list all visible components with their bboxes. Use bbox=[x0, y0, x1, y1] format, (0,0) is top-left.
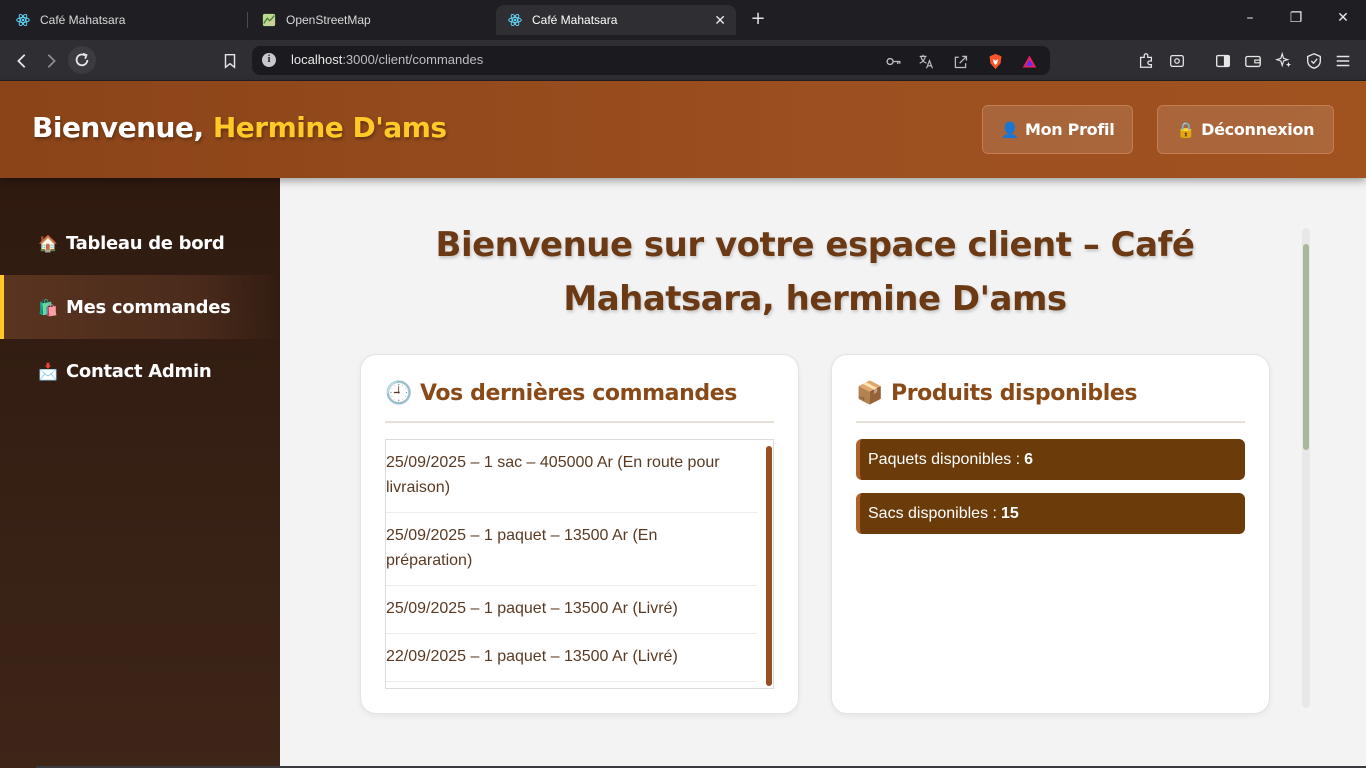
sidebar-item-orders[interactable]: 🛍️ Mes commandes bbox=[0, 275, 280, 339]
arrow-right-icon bbox=[47, 54, 56, 68]
orders-list[interactable]: 25/09/2025 – 1 sac – 405000 Ar (En route… bbox=[385, 439, 774, 689]
sidebar-item-dashboard[interactable]: 🏠 Tableau de bord bbox=[0, 211, 280, 275]
house-icon: 🏠 bbox=[38, 233, 58, 253]
extensions-button[interactable] bbox=[1133, 48, 1159, 74]
user-name: Hermine D'ams bbox=[212, 111, 447, 144]
sidebar-toggle-button[interactable] bbox=[1210, 48, 1236, 74]
minimize-button[interactable]: – bbox=[1240, 10, 1260, 26]
browser-tab-active[interactable]: Café Mahatsara ✕ bbox=[496, 5, 736, 35]
new-tab-button[interactable]: + bbox=[748, 9, 768, 29]
available-products-card: 📦 Produits disponibles Paquets disponibl… bbox=[831, 354, 1270, 714]
divider bbox=[856, 421, 1245, 423]
sidebar-item-contact-admin[interactable]: 📩 Contact Admin bbox=[0, 339, 280, 403]
logout-button-label: Déconnexion bbox=[1201, 120, 1315, 139]
stock-value: 6 bbox=[1024, 450, 1034, 468]
tab-title: Café Mahatsara bbox=[40, 13, 126, 27]
forward-button[interactable] bbox=[38, 48, 64, 74]
leo-ai-button[interactable] bbox=[1271, 48, 1297, 74]
stock-value: 15 bbox=[1000, 504, 1019, 522]
brave-shield-icon[interactable] bbox=[985, 51, 1005, 71]
stock-label: Sacs disponibles : bbox=[868, 504, 997, 522]
vpn-button[interactable] bbox=[1301, 48, 1327, 74]
hamburger-menu-icon bbox=[1336, 55, 1350, 67]
package-icon: 📦 bbox=[856, 381, 883, 406]
menu-button[interactable] bbox=[1330, 48, 1356, 74]
page-title: Bienvenue sur votre espace client – Café… bbox=[435, 225, 1195, 319]
react-icon bbox=[16, 13, 30, 27]
sidebar-item-label: Tableau de bord bbox=[66, 232, 225, 254]
shopping-bags-icon: 🛍️ bbox=[38, 297, 58, 317]
profile-button[interactable]: 👤 Mon Profil bbox=[982, 105, 1133, 154]
map-icon bbox=[262, 13, 276, 27]
puzzle-icon bbox=[1139, 53, 1153, 68]
bookmark-icon bbox=[224, 53, 236, 69]
card-title: 📦 Produits disponibles bbox=[856, 381, 1138, 406]
arrow-left-icon bbox=[17, 54, 26, 68]
divider bbox=[385, 421, 774, 423]
back-button[interactable] bbox=[9, 48, 35, 74]
shield-icon bbox=[1307, 53, 1321, 69]
reload-button[interactable] bbox=[68, 46, 96, 74]
logout-button[interactable]: 🔒 Déconnexion bbox=[1157, 105, 1334, 154]
share-icon[interactable] bbox=[950, 51, 970, 71]
stock-label: Paquets disponibles : bbox=[868, 450, 1021, 468]
browser-tab[interactable]: Café Mahatsara bbox=[4, 5, 244, 35]
sidebar-item-label: Mes commandes bbox=[66, 296, 231, 318]
app-header: Bienvenue, Hermine D'ams 👤 Mon Profil 🔒 … bbox=[0, 81, 1366, 178]
site-info-icon[interactable]: i bbox=[262, 53, 276, 67]
translate-icon[interactable] bbox=[916, 51, 936, 71]
recent-orders-card: 🕘 Vos dernières commandes 25/09/2025 – 1… bbox=[360, 354, 799, 714]
scrollbar-thumb[interactable] bbox=[1303, 244, 1309, 450]
maximize-button[interactable]: ❐ bbox=[1286, 10, 1306, 26]
lock-icon: 🔒 bbox=[1176, 120, 1196, 139]
bookmark-button[interactable] bbox=[217, 48, 243, 74]
sidebar-item-label: Contact Admin bbox=[66, 360, 212, 382]
reload-icon bbox=[75, 52, 89, 67]
screenshot-button[interactable] bbox=[1164, 48, 1190, 74]
orders-scrollbar[interactable] bbox=[766, 446, 772, 686]
list-item: 25/09/2025 – 1 sac – 405000 Ar (En route… bbox=[386, 440, 757, 513]
sparkle-icon bbox=[1275, 52, 1292, 68]
tab-separator bbox=[247, 12, 248, 28]
tab-title: Café Mahatsara bbox=[532, 13, 618, 27]
tab-title: OpenStreetMap bbox=[286, 13, 371, 27]
page-scrollbar[interactable] bbox=[1302, 228, 1310, 708]
browser-toolbar: i localhost:3000/client/commandes bbox=[0, 40, 1366, 81]
main-content: Bienvenue sur votre espace client – Café… bbox=[280, 178, 1366, 768]
address-bar[interactable]: i localhost:3000/client/commandes bbox=[252, 46, 1050, 75]
clock-icon: 🕘 bbox=[385, 381, 412, 406]
list-item: 25/09/2025 – 1 paquet – 13500 Ar (En pré… bbox=[386, 513, 757, 586]
card-title: 🕘 Vos dernières commandes bbox=[385, 381, 737, 406]
brave-rewards-icon[interactable] bbox=[1019, 51, 1039, 71]
wallet-icon bbox=[1245, 55, 1261, 68]
react-icon bbox=[508, 13, 522, 27]
stock-item-bags: Sacs disponibles : 15 bbox=[856, 493, 1245, 534]
list-item: 22/09/2025 – 1 paquet – 13500 Ar (Livré) bbox=[386, 634, 757, 682]
close-icon[interactable]: ✕ bbox=[714, 12, 726, 29]
sidebar: 🏠 Tableau de bord 🛍️ Mes commandes 📩 Con… bbox=[0, 178, 280, 768]
list-item: 25/09/2025 – 1 paquet – 13500 Ar (Livré) bbox=[386, 586, 757, 634]
wallet-button[interactable] bbox=[1240, 48, 1266, 74]
browser-tab-bar: Café Mahatsara OpenStreetMap Café Mahats… bbox=[0, 0, 1366, 40]
url-text: localhost:3000/client/commandes bbox=[291, 52, 484, 67]
profile-button-label: Mon Profil bbox=[1024, 120, 1115, 139]
user-icon: 👤 bbox=[1000, 120, 1020, 139]
screenshot-icon bbox=[1170, 54, 1184, 68]
close-window-button[interactable]: ✕ bbox=[1333, 10, 1353, 26]
sidebar-icon bbox=[1216, 54, 1230, 68]
stock-item-packets: Paquets disponibles : 6 bbox=[856, 439, 1245, 480]
browser-tab[interactable]: OpenStreetMap bbox=[250, 5, 490, 35]
welcome-heading: Bienvenue, Hermine D'ams bbox=[32, 111, 447, 144]
envelope-icon: 📩 bbox=[38, 361, 58, 381]
key-icon[interactable] bbox=[883, 51, 903, 71]
